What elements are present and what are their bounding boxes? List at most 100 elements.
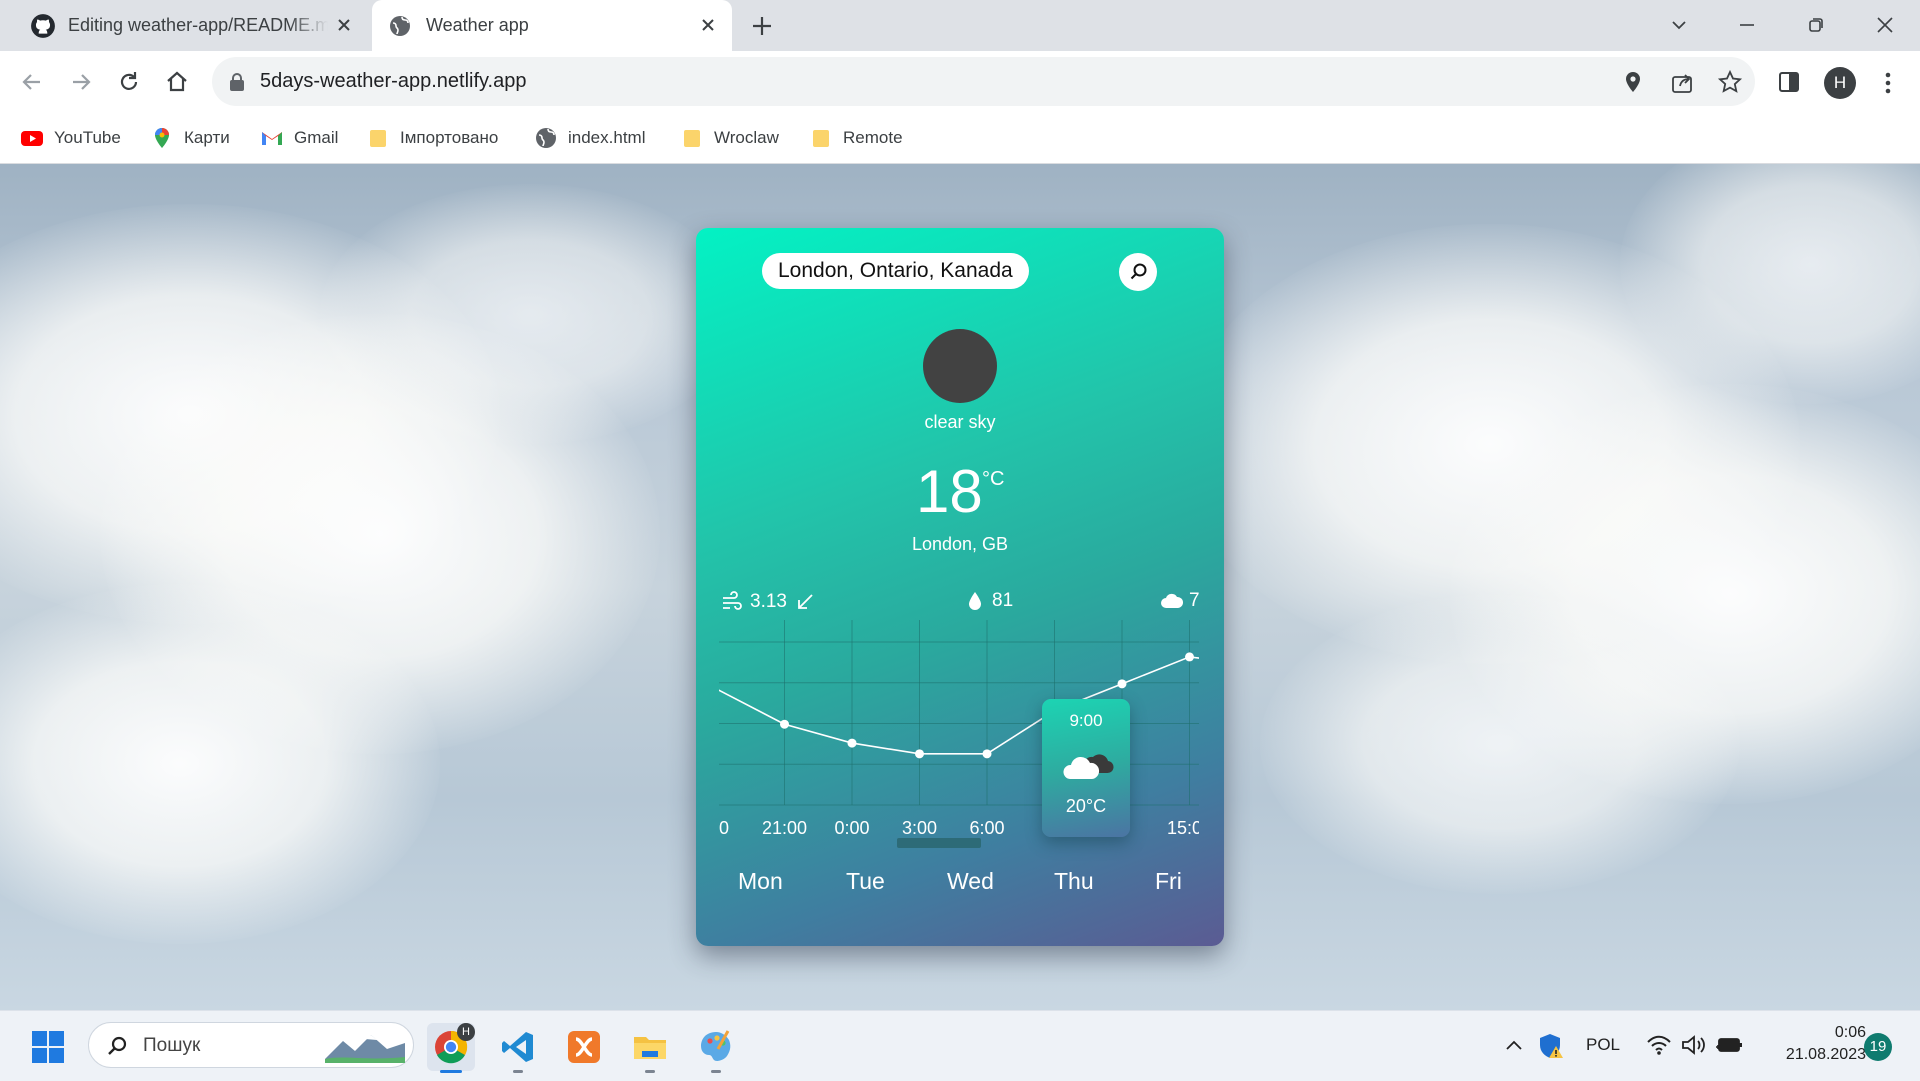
folder-icon bbox=[370, 130, 386, 147]
taskbar-search-placeholder: Пошук bbox=[143, 1035, 201, 1056]
taskbar-file-explorer[interactable] bbox=[626, 1023, 674, 1073]
temperature-unit: °C bbox=[982, 468, 1005, 490]
x-tick-label: 6:00 bbox=[969, 818, 1004, 838]
bookmark-label: Remote bbox=[843, 128, 903, 147]
bookmarks-bar: YouTube Карти Gmail Імпортовано index.ht… bbox=[0, 113, 1920, 164]
system-clock[interactable]: 0:06 21.08.2023 bbox=[1762, 1022, 1866, 1066]
weather-description: clear sky bbox=[924, 412, 996, 432]
x-tick-label: 0:00 bbox=[834, 818, 869, 838]
home-icon[interactable] bbox=[163, 68, 191, 96]
taskbar-search-box[interactable]: Пошук bbox=[88, 1022, 414, 1068]
maps-icon bbox=[155, 128, 169, 148]
volume-icon[interactable] bbox=[1680, 1034, 1706, 1056]
minimize-icon[interactable] bbox=[1734, 12, 1760, 38]
close-tab-icon[interactable] bbox=[334, 15, 354, 35]
new-tab-icon[interactable] bbox=[750, 14, 774, 38]
x-tick-label: 15:00 bbox=[1167, 818, 1199, 838]
clock-time: 0:06 bbox=[1834, 1024, 1866, 1041]
wind-stat: 3.13 bbox=[720, 590, 815, 614]
address-bar[interactable]: 5days-weather-app.netlify.app bbox=[212, 57, 1755, 106]
search-icon bbox=[1130, 263, 1147, 280]
day-tab-tue[interactable]: Tue bbox=[846, 868, 885, 895]
folder-icon bbox=[684, 130, 700, 147]
bookmark-index-html[interactable]: index.html bbox=[534, 125, 645, 151]
back-icon[interactable] bbox=[18, 68, 46, 96]
youtube-icon bbox=[21, 131, 43, 146]
clock-date: 21.08.2023 bbox=[1785, 1046, 1866, 1063]
city-search-input[interactable]: London, Ontario, Kanada bbox=[762, 253, 1029, 289]
tab-strip: Editing weather-app/README.md Weather ap… bbox=[0, 0, 1920, 51]
bookmark-label: index.html bbox=[568, 128, 646, 147]
data-point[interactable] bbox=[982, 749, 992, 759]
menu-kebab-icon[interactable] bbox=[1880, 69, 1896, 97]
cloudiness-value: 7 bbox=[1189, 590, 1200, 611]
close-window-icon[interactable] bbox=[1872, 12, 1898, 38]
globe-icon bbox=[390, 15, 410, 36]
chart-scrollbar[interactable] bbox=[897, 838, 981, 848]
profile-avatar[interactable]: H bbox=[1824, 67, 1856, 99]
running-indicator bbox=[711, 1070, 721, 1073]
bookmark-label: Імпортовано bbox=[400, 128, 499, 147]
day-tab-wed[interactable]: Wed bbox=[947, 868, 994, 895]
url-text: 5days-weather-app.netlify.app bbox=[260, 70, 527, 92]
data-point[interactable] bbox=[1185, 652, 1194, 662]
file-explorer-icon bbox=[634, 1037, 666, 1059]
bookmark-imported-folder[interactable]: Імпортовано bbox=[366, 125, 498, 151]
search-button[interactable] bbox=[1119, 253, 1157, 291]
forward-icon[interactable] bbox=[67, 68, 95, 96]
taskbar: Пошук H POL 0:06 21.08.2023 19 bbox=[0, 1010, 1920, 1081]
running-indicator bbox=[513, 1070, 523, 1073]
search-highlight-landscape-icon bbox=[325, 1035, 405, 1063]
github-icon bbox=[31, 13, 55, 38]
restore-icon[interactable] bbox=[1803, 12, 1829, 38]
tab-github-readme[interactable]: Editing weather-app/README.md bbox=[14, 0, 368, 51]
tab-weather-app[interactable]: Weather app bbox=[372, 0, 732, 51]
bookmark-gmail[interactable]: Gmail bbox=[260, 125, 338, 151]
cloudiness-stat: 7 bbox=[1159, 590, 1200, 612]
data-point[interactable] bbox=[847, 738, 857, 748]
tooltip-temperature: 20°C bbox=[1065, 796, 1107, 816]
bookmark-youtube[interactable]: YouTube bbox=[20, 125, 121, 151]
day-tab-mon[interactable]: Mon bbox=[738, 868, 783, 895]
windows-start-icon[interactable] bbox=[31, 1030, 65, 1064]
close-tab-icon[interactable] bbox=[698, 15, 718, 35]
input-language-indicator[interactable]: POL bbox=[1586, 1035, 1620, 1055]
defender-warning-icon[interactable] bbox=[1538, 1032, 1564, 1060]
day-tab-fri[interactable]: Fri bbox=[1155, 868, 1182, 895]
x-tick-label: 0 bbox=[719, 818, 729, 838]
vscode-icon bbox=[502, 1032, 533, 1062]
data-point[interactable] bbox=[1117, 679, 1127, 689]
taskbar-vscode[interactable] bbox=[494, 1023, 542, 1073]
active-indicator bbox=[440, 1070, 462, 1073]
taskbar-xampp[interactable] bbox=[560, 1023, 608, 1071]
notification-count-badge[interactable]: 19 bbox=[1864, 1033, 1892, 1061]
day-tab-thu[interactable]: Thu bbox=[1054, 868, 1094, 895]
bookmark-remote-folder[interactable]: Remote bbox=[809, 125, 903, 151]
chart-tooltip: 9:00 20°C bbox=[1042, 699, 1130, 837]
taskbar-paint[interactable] bbox=[692, 1023, 740, 1073]
weather-condition-icon bbox=[923, 329, 997, 403]
running-indicator bbox=[645, 1070, 655, 1073]
bookmark-wroclaw-folder[interactable]: Wroclaw bbox=[680, 125, 779, 151]
data-point[interactable] bbox=[915, 749, 924, 759]
wifi-icon[interactable] bbox=[1646, 1034, 1672, 1056]
cloudy-icon bbox=[1063, 754, 1114, 779]
reload-icon[interactable] bbox=[115, 68, 143, 96]
tab-search-chevron-icon[interactable] bbox=[1666, 12, 1692, 38]
taskbar-chrome[interactable]: H bbox=[427, 1023, 475, 1073]
x-tick-label: 3:00 bbox=[902, 818, 937, 838]
bookmark-star-icon[interactable] bbox=[1717, 69, 1743, 95]
day-selector: Mon Tue Wed Thu Fri bbox=[696, 868, 1224, 908]
search-icon bbox=[108, 1036, 127, 1055]
battery-charging-icon[interactable] bbox=[1716, 1034, 1744, 1056]
bookmark-label: Wroclaw bbox=[714, 128, 779, 147]
show-hidden-icons-chevron-icon[interactable] bbox=[1503, 1035, 1525, 1057]
data-point[interactable] bbox=[780, 719, 789, 729]
side-panel-icon[interactable] bbox=[1776, 69, 1802, 95]
share-icon[interactable] bbox=[1669, 69, 1695, 95]
location-icon[interactable] bbox=[1620, 69, 1646, 95]
lock-icon[interactable] bbox=[228, 72, 246, 92]
bookmark-maps[interactable]: Карти bbox=[150, 125, 230, 151]
cloud-icon bbox=[1161, 593, 1184, 608]
gmail-icon bbox=[262, 132, 282, 145]
